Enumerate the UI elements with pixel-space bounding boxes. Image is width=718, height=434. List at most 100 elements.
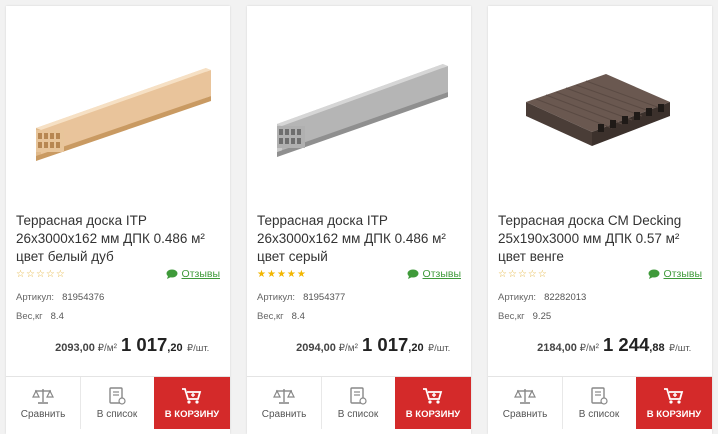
compare-button[interactable]: Сравнить — [6, 377, 81, 429]
unit-price-value: 2184,00 — [537, 342, 577, 354]
product-title[interactable]: Террасная доска СМ Decking 25х190х3000 м… — [498, 212, 703, 266]
price-integer: 1 017 — [121, 334, 168, 355]
cart-icon — [423, 388, 443, 404]
star-filled-icon: ★ — [276, 269, 287, 280]
list-icon — [591, 387, 608, 405]
price-suffix: ₽/шт. — [428, 343, 451, 354]
list-label: В список — [96, 409, 138, 420]
product-card[interactable]: Террасная доска СМ Decking 25х190х3000 м… — [488, 6, 712, 434]
weight-label: Вес,кг — [498, 311, 525, 322]
article-value: 81954376 — [62, 292, 105, 303]
article-row: Артикул: 82282013 — [498, 292, 586, 303]
cart-label: В КОРЗИНУ — [405, 409, 461, 420]
reviews-label[interactable]: Отзывы — [423, 268, 461, 280]
rating-stars[interactable]: ☆☆☆☆☆ — [498, 269, 548, 280]
star-empty-icon: ☆ — [517, 269, 528, 280]
article-value: 81954377 — [303, 292, 346, 303]
rating-row: ★★★★★ Отзывы — [257, 268, 461, 283]
star-empty-icon: ☆ — [16, 269, 26, 280]
rating-row: ☆☆☆☆☆ Отзывы — [16, 268, 220, 283]
list-icon — [109, 387, 126, 405]
price-decimal: ,20 — [408, 342, 424, 354]
unit-price: 2184,00 ₽/м² — [537, 342, 599, 354]
price-integer: 1 244 — [603, 334, 650, 355]
unit-price: 2093,00 ₽/м² — [55, 342, 117, 354]
add-to-list-button[interactable]: В список — [562, 377, 637, 429]
price-decimal: ,20 — [167, 342, 183, 354]
chat-bubble-icon — [166, 269, 178, 279]
price-decimal: ,88 — [649, 342, 665, 354]
unit-price-suffix: ₽/м² — [338, 343, 358, 354]
reviews-label[interactable]: Отзывы — [182, 268, 220, 280]
weight-value: 9.25 — [532, 311, 552, 322]
star-empty-icon: ☆ — [45, 269, 56, 280]
reviews-label[interactable]: Отзывы — [664, 268, 702, 280]
star-empty-icon: ☆ — [25, 269, 36, 280]
list-label: В список — [578, 409, 620, 420]
compare-label: Сравнить — [261, 409, 307, 420]
chat-bubble-icon — [407, 269, 419, 279]
compare-button[interactable]: Сравнить — [247, 377, 322, 429]
reviews-link[interactable]: Отзывы — [166, 268, 220, 280]
list-label: В список — [337, 409, 379, 420]
price-suffix: ₽/шт. — [187, 343, 210, 354]
article-label: Артикул: — [16, 292, 55, 303]
product-image[interactable] — [488, 6, 712, 206]
weight-value: 8.4 — [291, 311, 305, 322]
price-suffix: ₽/шт. — [669, 343, 692, 354]
cart-label: В КОРЗИНУ — [164, 409, 220, 420]
card-actions: Сравнить В список В КОРЗИНУ — [6, 376, 230, 429]
product-card[interactable]: Террасная доска ITP 26х3000х162 мм ДПК 0… — [247, 6, 471, 434]
unit-price-suffix: ₽/м² — [579, 343, 599, 354]
scales-icon — [514, 389, 536, 404]
star-filled-icon: ★ — [296, 269, 307, 280]
unit-price-suffix: ₽/м² — [97, 343, 117, 354]
card-actions: Сравнить В список В КОРЗИНУ — [247, 376, 471, 429]
scales-icon — [273, 389, 295, 404]
star-empty-icon: ☆ — [498, 269, 508, 280]
product-title[interactable]: Террасная доска ITP 26х3000х162 мм ДПК 0… — [257, 212, 462, 266]
product-image[interactable] — [247, 6, 471, 206]
rating-stars[interactable]: ☆☆☆☆☆ — [16, 269, 66, 280]
weight-row: Вес,кг 8.4 — [16, 311, 64, 322]
add-to-list-button[interactable]: В список — [80, 377, 155, 429]
weight-row: Вес,кг 8.4 — [257, 311, 305, 322]
main-price: 1 017,20 ₽/шт. — [362, 334, 450, 356]
unit-price: 2094,00 ₽/м² — [296, 342, 358, 354]
article-row: Артикул: 81954377 — [257, 292, 345, 303]
price-row: 2093,00 ₽/м² 1 017,20 ₽/шт. — [6, 334, 230, 358]
star-empty-icon: ☆ — [537, 269, 548, 280]
weight-label: Вес,кг — [16, 311, 43, 322]
compare-button[interactable]: Сравнить — [488, 377, 563, 429]
star-empty-icon: ☆ — [527, 269, 538, 280]
chat-bubble-icon — [648, 269, 660, 279]
main-price: 1 017,20 ₽/шт. — [121, 334, 209, 356]
star-filled-icon: ★ — [266, 269, 277, 280]
unit-price-value: 2094,00 — [296, 342, 336, 354]
weight-value: 8.4 — [50, 311, 64, 322]
add-to-cart-button[interactable]: В КОРЗИНУ — [154, 377, 230, 429]
cart-icon — [182, 388, 202, 404]
product-card[interactable]: Террасная доска ITP 26х3000х162 мм ДПК 0… — [6, 6, 230, 434]
article-label: Артикул: — [498, 292, 537, 303]
product-title[interactable]: Террасная доска ITP 26х3000х162 мм ДПК 0… — [16, 212, 221, 266]
price-integer: 1 017 — [362, 334, 409, 355]
add-to-cart-button[interactable]: В КОРЗИНУ — [636, 377, 712, 429]
add-to-list-button[interactable]: В список — [321, 377, 396, 429]
article-value: 82282013 — [544, 292, 587, 303]
list-icon — [350, 387, 367, 405]
card-actions: Сравнить В список В КОРЗИНУ — [488, 376, 712, 429]
article-label: Артикул: — [257, 292, 296, 303]
add-to-cart-button[interactable]: В КОРЗИНУ — [395, 377, 471, 429]
rating-stars[interactable]: ★★★★★ — [257, 269, 307, 280]
price-row: 2094,00 ₽/м² 1 017,20 ₽/шт. — [247, 334, 471, 358]
compare-label: Сравнить — [20, 409, 66, 420]
compare-label: Сравнить — [502, 409, 548, 420]
reviews-link[interactable]: Отзывы — [648, 268, 702, 280]
cart-icon — [664, 388, 684, 404]
product-image[interactable] — [6, 6, 230, 206]
star-empty-icon: ☆ — [507, 269, 518, 280]
reviews-link[interactable]: Отзывы — [407, 268, 461, 280]
cart-label: В КОРЗИНУ — [646, 409, 702, 420]
unit-price-value: 2093,00 — [55, 342, 95, 354]
